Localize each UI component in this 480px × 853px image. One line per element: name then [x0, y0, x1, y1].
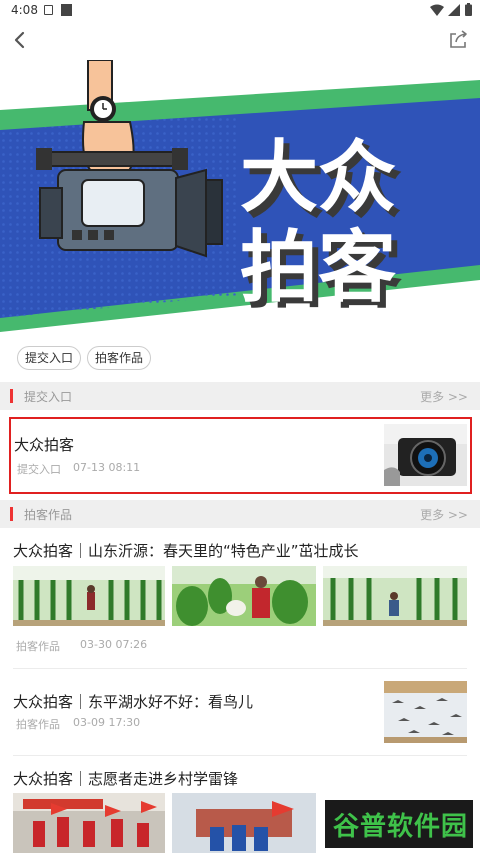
signal-icon [448, 4, 460, 16]
article-title: 大众拍客｜志愿者走进乡村学雷锋 [13, 770, 239, 788]
tag-submit[interactable]: 提交入口 [17, 346, 81, 370]
more-link[interactable]: 更多 >> [420, 506, 468, 523]
article-image [384, 681, 467, 743]
notification-icon [44, 5, 53, 15]
item-date: 07-13 08:11 [73, 461, 141, 474]
featured-item[interactable]: 大众拍客 提交入口 07-13 08:11 [9, 417, 472, 494]
camera-thumbnail [384, 424, 467, 486]
section-marker [10, 507, 13, 521]
divider [13, 668, 467, 669]
article-item[interactable]: 大众拍客｜山东沂源：春天里的“特色产业”茁壮成长 拍客作品 03-30 07:2… [0, 540, 480, 668]
status-bar: 4:08 [0, 0, 480, 20]
banner-image: 大众 大众 拍客 拍客 [0, 60, 480, 332]
section-header-works: 拍客作品 更多 >> [0, 500, 480, 528]
section-marker [10, 389, 13, 403]
battery-icon [465, 3, 472, 16]
wifi-icon [430, 4, 444, 16]
article-item[interactable]: 大众拍客｜东平湖水好不好：看鸟儿 拍客作品 03-09 17:30 [0, 680, 480, 756]
status-time: 4:08 [11, 3, 38, 17]
banner-title-line1: 大众 [240, 133, 396, 223]
article-date: 03-09 17:30 [73, 716, 141, 729]
tag-bar: 提交入口 拍客作品 [0, 340, 480, 376]
section-header-submit: 提交入口 更多 >> [0, 382, 480, 410]
banner-title-line2: 拍客 [240, 223, 396, 313]
article-title: 大众拍客｜东平湖水好不好：看鸟儿 [13, 693, 254, 711]
item-title: 大众拍客 [14, 436, 75, 454]
banner-illustration: 大众 大众 拍客 拍客 [0, 60, 480, 332]
article-image [323, 566, 467, 626]
share-icon[interactable] [446, 26, 472, 52]
article-category: 拍客作品 [16, 718, 60, 731]
section-title: 拍客作品 [24, 508, 73, 522]
article-date: 03-30 07:26 [80, 638, 148, 651]
article-image [172, 793, 316, 853]
item-category: 提交入口 [17, 463, 61, 476]
back-arrow-icon[interactable] [6, 24, 34, 54]
watermark-text: 谷普软件园 [333, 812, 469, 842]
tag-works[interactable]: 拍客作品 [87, 346, 151, 370]
divider [13, 755, 467, 756]
section-title: 提交入口 [24, 390, 73, 404]
watermark-logo: 谷普软件园 [325, 800, 473, 848]
app-notification-icon [61, 4, 72, 16]
article-image [13, 793, 165, 853]
article-category: 拍客作品 [16, 640, 60, 653]
more-link[interactable]: 更多 >> [420, 388, 468, 405]
article-title: 大众拍客｜山东沂源：春天里的“特色产业”茁壮成长 [13, 542, 359, 560]
article-image [13, 566, 165, 626]
article-image [172, 566, 316, 626]
top-bar [0, 20, 480, 60]
